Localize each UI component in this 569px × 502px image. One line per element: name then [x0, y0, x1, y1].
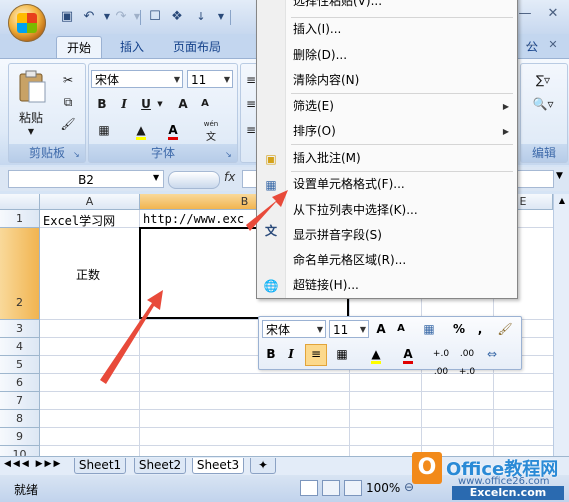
office-button[interactable]: [8, 4, 46, 42]
annotation-arrows: [100, 190, 288, 384]
arrow-to-menu: [246, 190, 288, 231]
office-logo-icon: [17, 13, 37, 33]
excel-window: ▣ ↶ ▼ ↷ ▼ ☐ ❖ ↓ ▼ — ✕ 开始 插入 页面布局 公 — ✕ 粘…: [0, 0, 569, 502]
arrow-to-cell: [100, 290, 163, 384]
